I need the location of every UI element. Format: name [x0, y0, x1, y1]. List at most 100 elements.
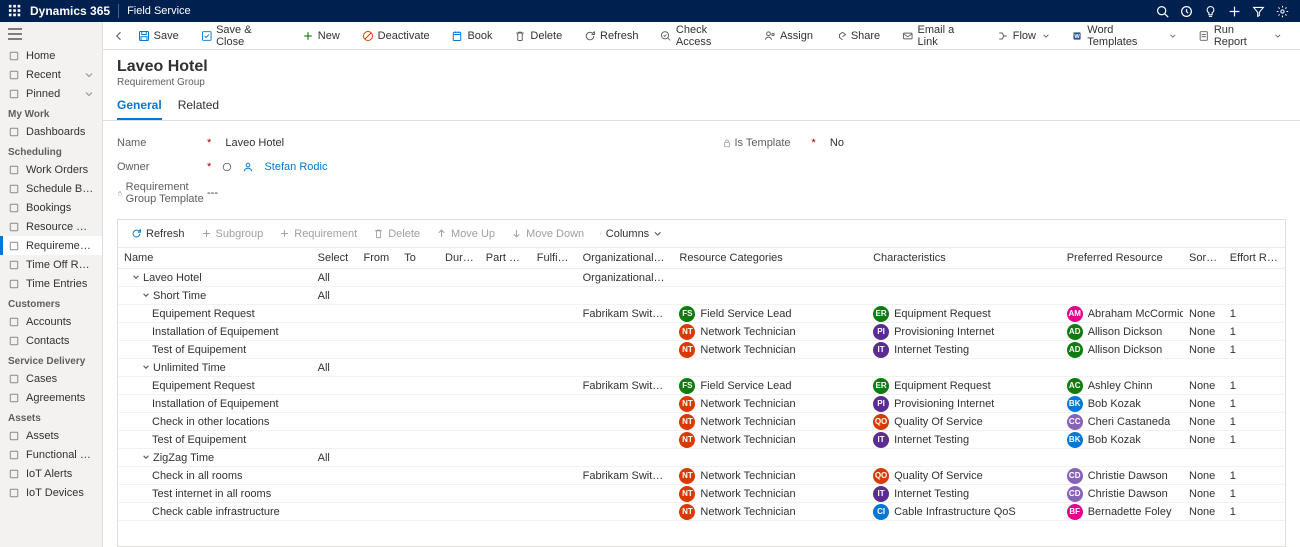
cmd-word-templates[interactable]: WWord Templates	[1065, 24, 1184, 48]
lookup-chip[interactable]: CCCheri Castaneda	[1067, 414, 1171, 430]
grid-row[interactable]: Check in all roomsFabrikam SwitzerlandNT…	[118, 467, 1285, 485]
lookup-chip[interactable]: NTNetwork Technician	[679, 486, 795, 502]
brand-label[interactable]: Dynamics 365	[30, 4, 119, 18]
grid-row[interactable]: Equipement RequestFabrikam SwitzerlandFS…	[118, 377, 1285, 395]
sidebar-item-time-entries[interactable]: Time Entries	[0, 274, 102, 293]
hamburger-icon[interactable]	[0, 22, 102, 46]
col-header[interactable]: Organizational Unit	[577, 248, 674, 269]
sidebar-item-requirement-groups[interactable]: Requirement Groups	[0, 236, 102, 255]
lookup-chip[interactable]: CDChristie Dawson	[1067, 486, 1168, 502]
grid-row[interactable]: Unlimited TimeAll	[118, 359, 1285, 377]
grid-row[interactable]: Equipement RequestFabrikam SwitzerlandFS…	[118, 305, 1285, 323]
sidebar-item-assets[interactable]: Assets	[0, 426, 102, 445]
col-header[interactable]: Name	[118, 248, 312, 269]
template-field[interactable]: ---	[207, 187, 218, 199]
sidebar-item-contacts[interactable]: Contacts	[0, 331, 102, 350]
sidebar-item-home[interactable]: Home	[0, 46, 102, 65]
cmd-email-a-link[interactable]: Email a Link	[895, 24, 982, 48]
lookup-chip[interactable]: QOQuality Of Service	[873, 468, 983, 484]
cmd-save[interactable]: Save	[131, 24, 186, 48]
sidebar-item-time-off-requests[interactable]: Time Off Requests	[0, 255, 102, 274]
lookup-chip[interactable]: FSField Service Lead	[679, 306, 791, 322]
lookup-chip[interactable]: PIProvisioning Internet	[873, 396, 994, 412]
search-icon[interactable]	[1152, 1, 1172, 21]
cmd-check-access[interactable]: Check Access	[653, 24, 749, 48]
cmd-save-close[interactable]: Save & Close	[194, 24, 287, 48]
lookup-chip[interactable]: NTNetwork Technician	[679, 432, 795, 448]
grid-row[interactable]: Installation of EquipementNTNetwork Tech…	[118, 395, 1285, 413]
sidebar-item-functional-locations[interactable]: Functional Locations	[0, 445, 102, 464]
lookup-chip[interactable]: NTNetwork Technician	[679, 396, 795, 412]
cmd-assign[interactable]: Assign	[757, 24, 820, 48]
lookup-chip[interactable]: ITInternet Testing	[873, 486, 969, 502]
cmd-deactivate[interactable]: Deactivate	[355, 24, 437, 48]
sidebar-item-work-orders[interactable]: Work Orders	[0, 160, 102, 179]
lookup-chip[interactable]: ADAllison Dickson	[1067, 324, 1163, 340]
grid-row[interactable]: Installation of EquipementNTNetwork Tech…	[118, 323, 1285, 341]
sidebar-item-agreements[interactable]: Agreements	[0, 388, 102, 407]
add-icon[interactable]	[1224, 1, 1244, 21]
lookup-chip[interactable]: ACAshley Chinn	[1067, 378, 1153, 394]
assistant-icon[interactable]	[1176, 1, 1196, 21]
lookup-chip[interactable]: NTNetwork Technician	[679, 414, 795, 430]
lookup-chip[interactable]: CICable Infrastructure QoS	[873, 504, 1016, 520]
lookup-chip[interactable]: ITInternet Testing	[873, 432, 969, 448]
grid-row[interactable]: Laveo HotelAllOrganizational Unit	[118, 269, 1285, 287]
cmd-refresh[interactable]: Refresh	[577, 24, 646, 48]
grid-row[interactable]: Short TimeAll	[118, 287, 1285, 305]
sidebar-item-recent[interactable]: Recent	[0, 65, 102, 84]
grid-row[interactable]: Check cable infrastructureNTNetwork Tech…	[118, 503, 1285, 521]
col-header[interactable]: Effort Required	[1224, 248, 1285, 269]
lookup-chip[interactable]: QOQuality Of Service	[873, 414, 983, 430]
sidebar-item-schedule-board[interactable]: Schedule Board	[0, 179, 102, 198]
grid-row[interactable]: Test internet in all roomsNTNetwork Tech…	[118, 485, 1285, 503]
cmd-share[interactable]: Share	[828, 24, 887, 48]
lookup-chip[interactable]: PIProvisioning Internet	[873, 324, 994, 340]
col-header[interactable]: Characteristics	[867, 248, 1061, 269]
sidebar-item-dashboards[interactable]: Dashboards	[0, 122, 102, 141]
cmd-run-report[interactable]: Run Report	[1191, 24, 1288, 48]
lookup-chip[interactable]: BFBernadette Foley	[1067, 504, 1172, 520]
filter-icon[interactable]	[1248, 1, 1268, 21]
lookup-chip[interactable]: NTNetwork Technician	[679, 324, 795, 340]
sidebar-item-resource-requireme-[interactable]: Resource Requireme...	[0, 217, 102, 236]
lookup-chip[interactable]: EREquipment Request	[873, 378, 991, 394]
tab-related[interactable]: Related	[178, 94, 219, 120]
cmd-book[interactable]: Book	[444, 24, 499, 48]
lookup-chip[interactable]: NTNetwork Technician	[679, 342, 795, 358]
sidebar-item-pinned[interactable]: Pinned	[0, 84, 102, 103]
sidebar-item-accounts[interactable]: Accounts	[0, 312, 102, 331]
sidebar-item-bookings[interactable]: Bookings	[0, 198, 102, 217]
settings-icon[interactable]	[1272, 1, 1292, 21]
grid-row[interactable]: ZigZag TimeAll	[118, 449, 1285, 467]
lookup-chip[interactable]: BKBob Kozak	[1067, 396, 1141, 412]
col-header[interactable]: Preferred Resource	[1061, 248, 1183, 269]
lookup-chip[interactable]: EREquipment Request	[873, 306, 991, 322]
istemplate-field[interactable]: No	[830, 137, 844, 149]
lookup-chip[interactable]: NTNetwork Technician	[679, 504, 795, 520]
cmd-flow[interactable]: Flow	[990, 24, 1057, 48]
col-header[interactable]: Select	[312, 248, 358, 269]
col-header[interactable]: Part of Same	[480, 248, 531, 269]
gridcmd-refresh[interactable]: Refresh	[124, 223, 192, 245]
sidebar-item-cases[interactable]: Cases	[0, 369, 102, 388]
lookup-chip[interactable]: ITInternet Testing	[873, 342, 969, 358]
col-header[interactable]: From	[358, 248, 399, 269]
cmd-delete[interactable]: Delete	[507, 24, 569, 48]
owner-field[interactable]: Stefan Rodic	[264, 161, 327, 173]
grid-row[interactable]: Test of EquipementNTNetwork TechnicianIT…	[118, 341, 1285, 359]
cmd-new[interactable]: New	[295, 24, 347, 48]
col-header[interactable]: To	[398, 248, 439, 269]
gridcmd-columns[interactable]: Columns	[593, 223, 669, 245]
lookup-chip[interactable]: BKBob Kozak	[1067, 432, 1141, 448]
grid-row[interactable]: Check in other locationsNTNetwork Techni…	[118, 413, 1285, 431]
col-header[interactable]: Duration	[439, 248, 480, 269]
lookup-chip[interactable]: AMAbraham McCormick	[1067, 306, 1183, 322]
col-header[interactable]: Sort Option	[1183, 248, 1224, 269]
lookup-chip[interactable]: CDChristie Dawson	[1067, 468, 1168, 484]
module-label[interactable]: Field Service	[119, 5, 191, 17]
sidebar-item-iot-alerts[interactable]: IoT Alerts	[0, 464, 102, 483]
bulb-icon[interactable]	[1200, 1, 1220, 21]
app-launcher-icon[interactable]	[8, 4, 22, 18]
lookup-chip[interactable]: FSField Service Lead	[679, 378, 791, 394]
